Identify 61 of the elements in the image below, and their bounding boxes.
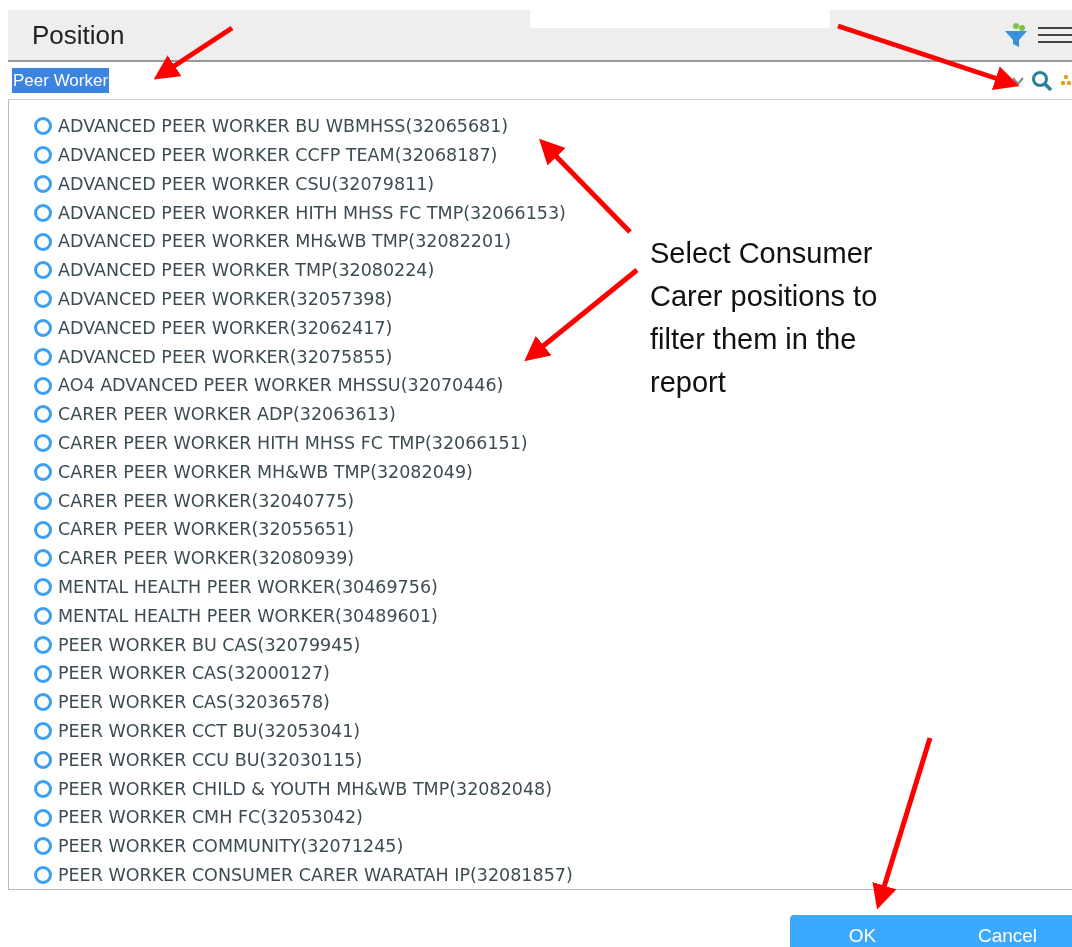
position-option[interactable]: ADVANCED PEER WORKER TMP(32080224) (34, 256, 435, 285)
radio-button[interactable] (34, 808, 52, 827)
radio-button[interactable] (34, 462, 52, 481)
radio-button[interactable] (34, 318, 52, 337)
position-option[interactable]: ADVANCED PEER WORKER BU WBMHSS(32065681) (34, 112, 509, 141)
position-option[interactable]: PEER WORKER CAS(32036578) (34, 687, 330, 717)
position-option[interactable]: AO4 ADVANCED PEER WORKER MHSSU(32070446) (34, 371, 504, 400)
panel-title: Position (32, 18, 125, 52)
radio-button[interactable] (34, 146, 52, 165)
radio-button[interactable] (34, 175, 52, 193)
position-option[interactable]: PEER WORKER CONSUMER CARER WARATAH IP(32081857) (34, 860, 573, 889)
position-option[interactable]: ADVANCED PEER WORKER HITH MHSS FC TMP(32066153) (34, 198, 566, 228)
radio-button[interactable] (34, 578, 52, 597)
radio-button[interactable] (34, 376, 52, 395)
radio-button[interactable] (34, 434, 52, 453)
caret-icon[interactable] (1012, 75, 1024, 86)
radio-button[interactable] (34, 693, 52, 712)
position-option[interactable]: PEER WORKER CCU BU(32030115) (34, 745, 363, 775)
position-option[interactable]: ADVANCED PEER WORKER(32057398) (34, 284, 393, 314)
radio-button[interactable] (34, 549, 52, 568)
position-option[interactable]: PEER WORKER CAS(32000127) (34, 659, 330, 688)
radio-button[interactable] (34, 405, 52, 424)
radio-button[interactable] (34, 722, 52, 741)
radio-button[interactable] (34, 232, 52, 251)
position-option[interactable]: CARER PEER WORKER(32080939) (34, 543, 355, 573)
radio-button[interactable] (34, 779, 52, 798)
position-option[interactable]: CARER PEER WORKER HITH MHSS FC TMP(32066151) (34, 428, 528, 458)
position-option[interactable]: CARER PEER WORKER(32055651) (34, 515, 355, 544)
position-option[interactable]: MENTAL HEALTH PEER WORKER(30489601) (34, 601, 438, 631)
radio-button[interactable] (34, 606, 52, 625)
radio-button[interactable] (34, 750, 52, 769)
position-option[interactable]: PEER WORKER BU CAS(32079945) (34, 630, 361, 660)
position-option[interactable]: PEER WORKER COMMUNITY(32071245) (34, 831, 404, 861)
annotation-text: Select Consumer Carer positions to filter them in the report (650, 236, 879, 400)
radio-button[interactable] (34, 261, 52, 280)
position-option[interactable]: PEER WORKER CHILD & YOUTH MH&WB TMP(32082048) (34, 774, 552, 804)
radio-button[interactable] (34, 347, 52, 366)
position-option[interactable]: ADVANCED PEER WORKER CSU(32079811) (34, 169, 435, 199)
radio-button[interactable] (34, 491, 52, 510)
position-option[interactable]: ADVANCED PEER WORKER MH&WB TMP(32082201) (34, 227, 512, 256)
radio-button[interactable] (34, 117, 52, 136)
search-field[interactable]: Peer Worker (8, 60, 1072, 100)
position-option[interactable]: PEER WORKER CCT BU(32053041) (34, 716, 361, 746)
position-option[interactable]: ADVANCED PEER WORKER(32062417) (34, 313, 393, 343)
position-option[interactable]: ADVANCED PEER WORKER(32075855) (34, 342, 393, 372)
position-option[interactable]: CARER PEER WORKER MH&WB TMP(32082049) (34, 457, 473, 487)
position-option[interactable]: CARER PEER WORKER(32040775) (34, 486, 355, 516)
search-icon[interactable] (1030, 68, 1054, 93)
radio-button[interactable] (34, 664, 52, 683)
menu-icon[interactable] (1038, 25, 1072, 45)
position-option[interactable]: PEER WORKER CMH FC(32053042) (34, 803, 363, 832)
filter-icon[interactable] (1002, 21, 1030, 49)
radio-button[interactable] (34, 635, 52, 654)
radio-button[interactable] (34, 866, 52, 885)
radio-button[interactable] (34, 837, 52, 856)
radio-button[interactable] (34, 520, 52, 539)
position-option[interactable]: CARER PEER WORKER ADP(32063613) (34, 399, 396, 429)
position-option[interactable]: MENTAL HEALTH PEER WORKER(30469756) (34, 572, 438, 602)
position-option[interactable]: ADVANCED PEER WORKER CCFP TEAM(32068187) (34, 140, 498, 170)
radio-button[interactable] (34, 290, 52, 309)
radio-button[interactable] (34, 203, 52, 222)
